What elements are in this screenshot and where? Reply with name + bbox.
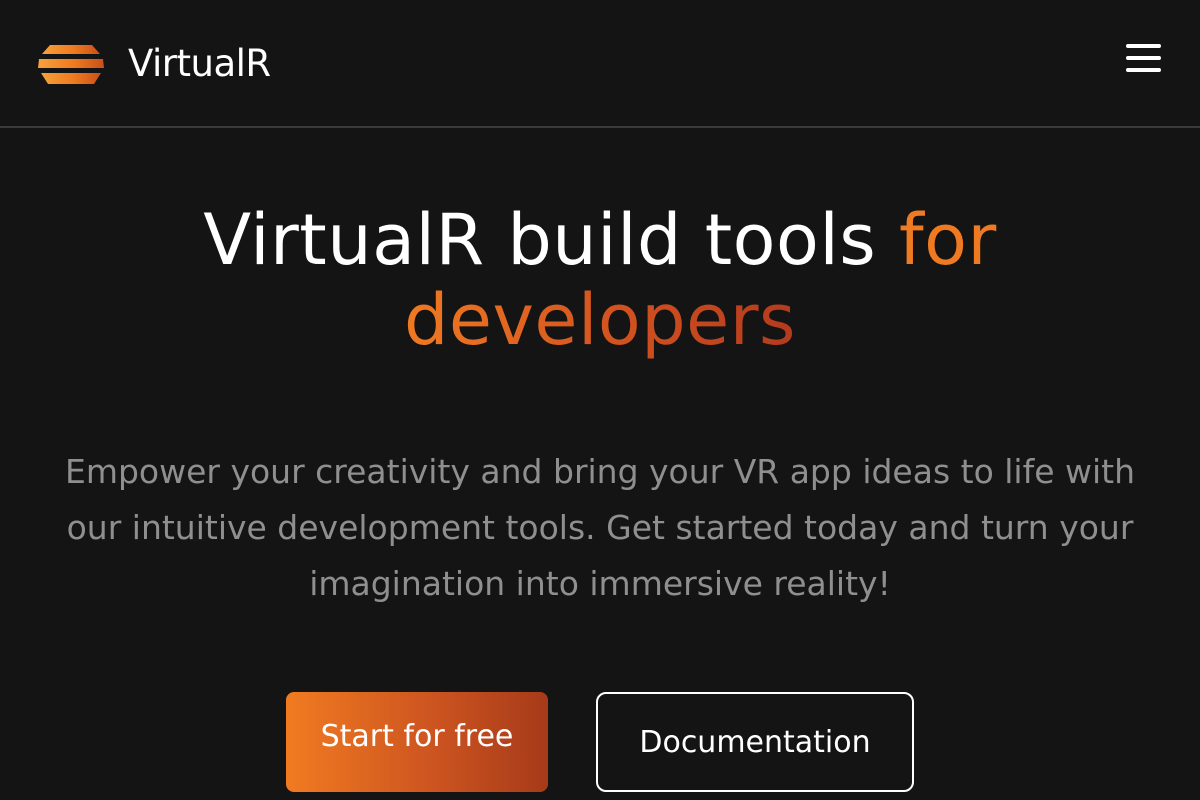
hero-title-main: VirtualR build tools: [203, 199, 900, 281]
logo-link[interactable]: [36, 40, 106, 88]
hero-title: VirtualR build tools for developers: [0, 200, 1200, 360]
menu-button[interactable]: [1124, 40, 1164, 76]
site-header: VirtualR: [0, 0, 1200, 128]
start-for-free-button[interactable]: Start for free: [286, 692, 548, 792]
hamburger-menu-icon: [1126, 44, 1161, 48]
logo-icon: [38, 45, 104, 84]
hamburger-menu-icon-line: [1126, 68, 1161, 72]
documentation-button[interactable]: Documentation: [596, 692, 914, 792]
hero-title-accent-developers: developers: [403, 279, 797, 361]
start-for-free-label: Start for free: [320, 718, 514, 754]
hamburger-menu-icon-line: [1126, 56, 1161, 60]
hero-title-accent-for: for: [899, 199, 997, 281]
brand-name[interactable]: VirtualR: [128, 40, 271, 88]
hero-description: Empower your creativity and bring your V…: [64, 452, 1136, 603]
